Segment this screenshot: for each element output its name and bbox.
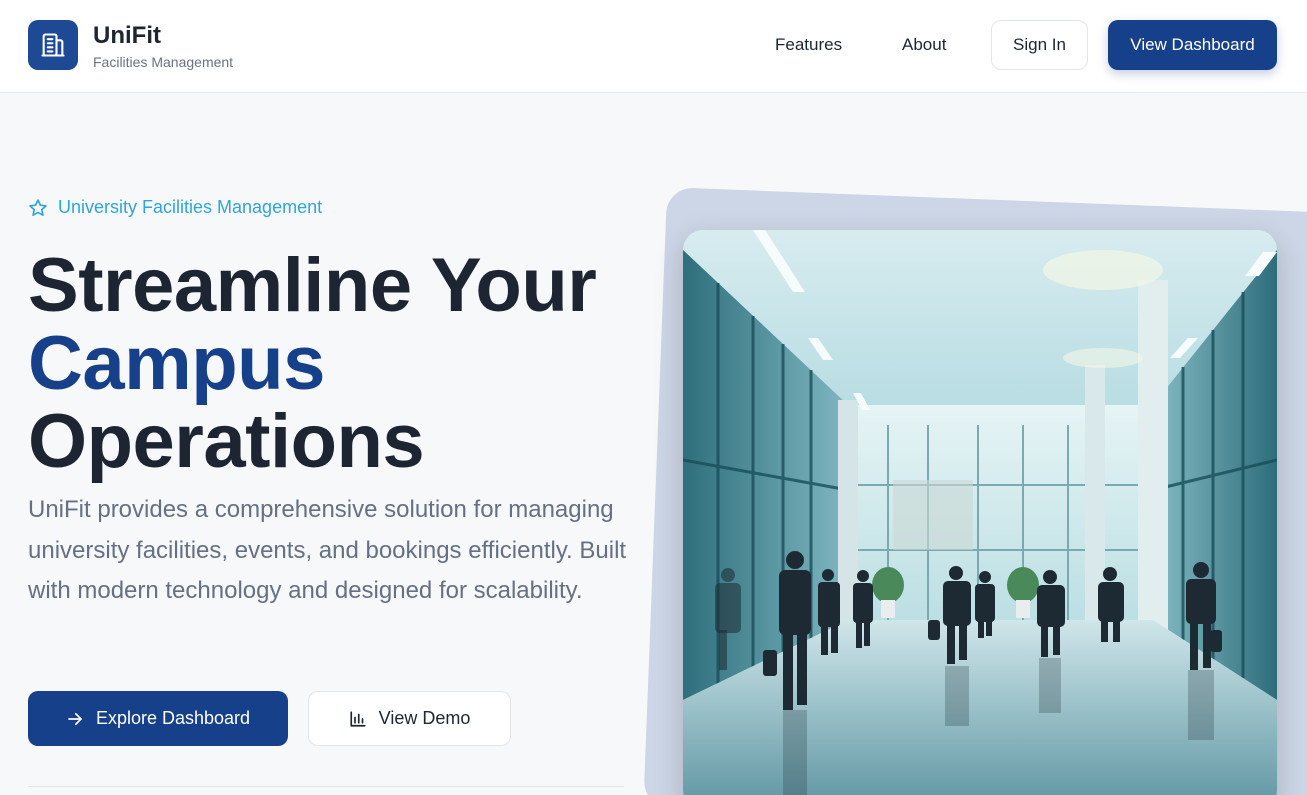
hero-tagline: University Facilities Management xyxy=(28,197,322,218)
arrow-right-icon xyxy=(68,712,82,725)
section-divider xyxy=(28,786,624,787)
nav-link-about[interactable]: About xyxy=(902,35,946,55)
bar-chart-icon xyxy=(350,710,366,727)
hero-description: UniFit provides a comprehensive solution… xyxy=(28,496,627,604)
headline-line-1: Streamline Your xyxy=(28,243,597,328)
brand-subtitle: Facilities Management xyxy=(93,54,234,70)
brand-logo[interactable] xyxy=(28,20,78,70)
hero-headline: Streamline Your Campus Operations xyxy=(28,243,597,484)
sign-in-label: Sign In xyxy=(1013,35,1066,54)
star-icon xyxy=(29,198,47,216)
view-demo-button[interactable]: View Demo xyxy=(308,691,511,746)
view-demo-label: View Demo xyxy=(378,708,471,728)
hero-tagline-text: University Facilities Management xyxy=(58,197,323,217)
building-icon xyxy=(41,33,65,57)
brand-name[interactable]: UniFit xyxy=(93,22,161,50)
sign-in-button[interactable]: Sign In xyxy=(991,20,1088,70)
view-dashboard-button[interactable]: View Dashboard xyxy=(1108,20,1277,70)
headline-line-3: Operations xyxy=(28,399,425,484)
explore-dashboard-label: Explore Dashboard xyxy=(95,708,251,728)
top-navbar: UniFit Facilities Management Features Ab… xyxy=(0,0,1307,93)
explore-dashboard-button[interactable]: Explore Dashboard xyxy=(28,691,288,746)
hero-image xyxy=(683,230,1277,795)
headline-line-2: Campus xyxy=(28,321,325,406)
view-dashboard-label: View Dashboard xyxy=(1130,35,1255,54)
nav-link-features[interactable]: Features xyxy=(775,35,842,55)
